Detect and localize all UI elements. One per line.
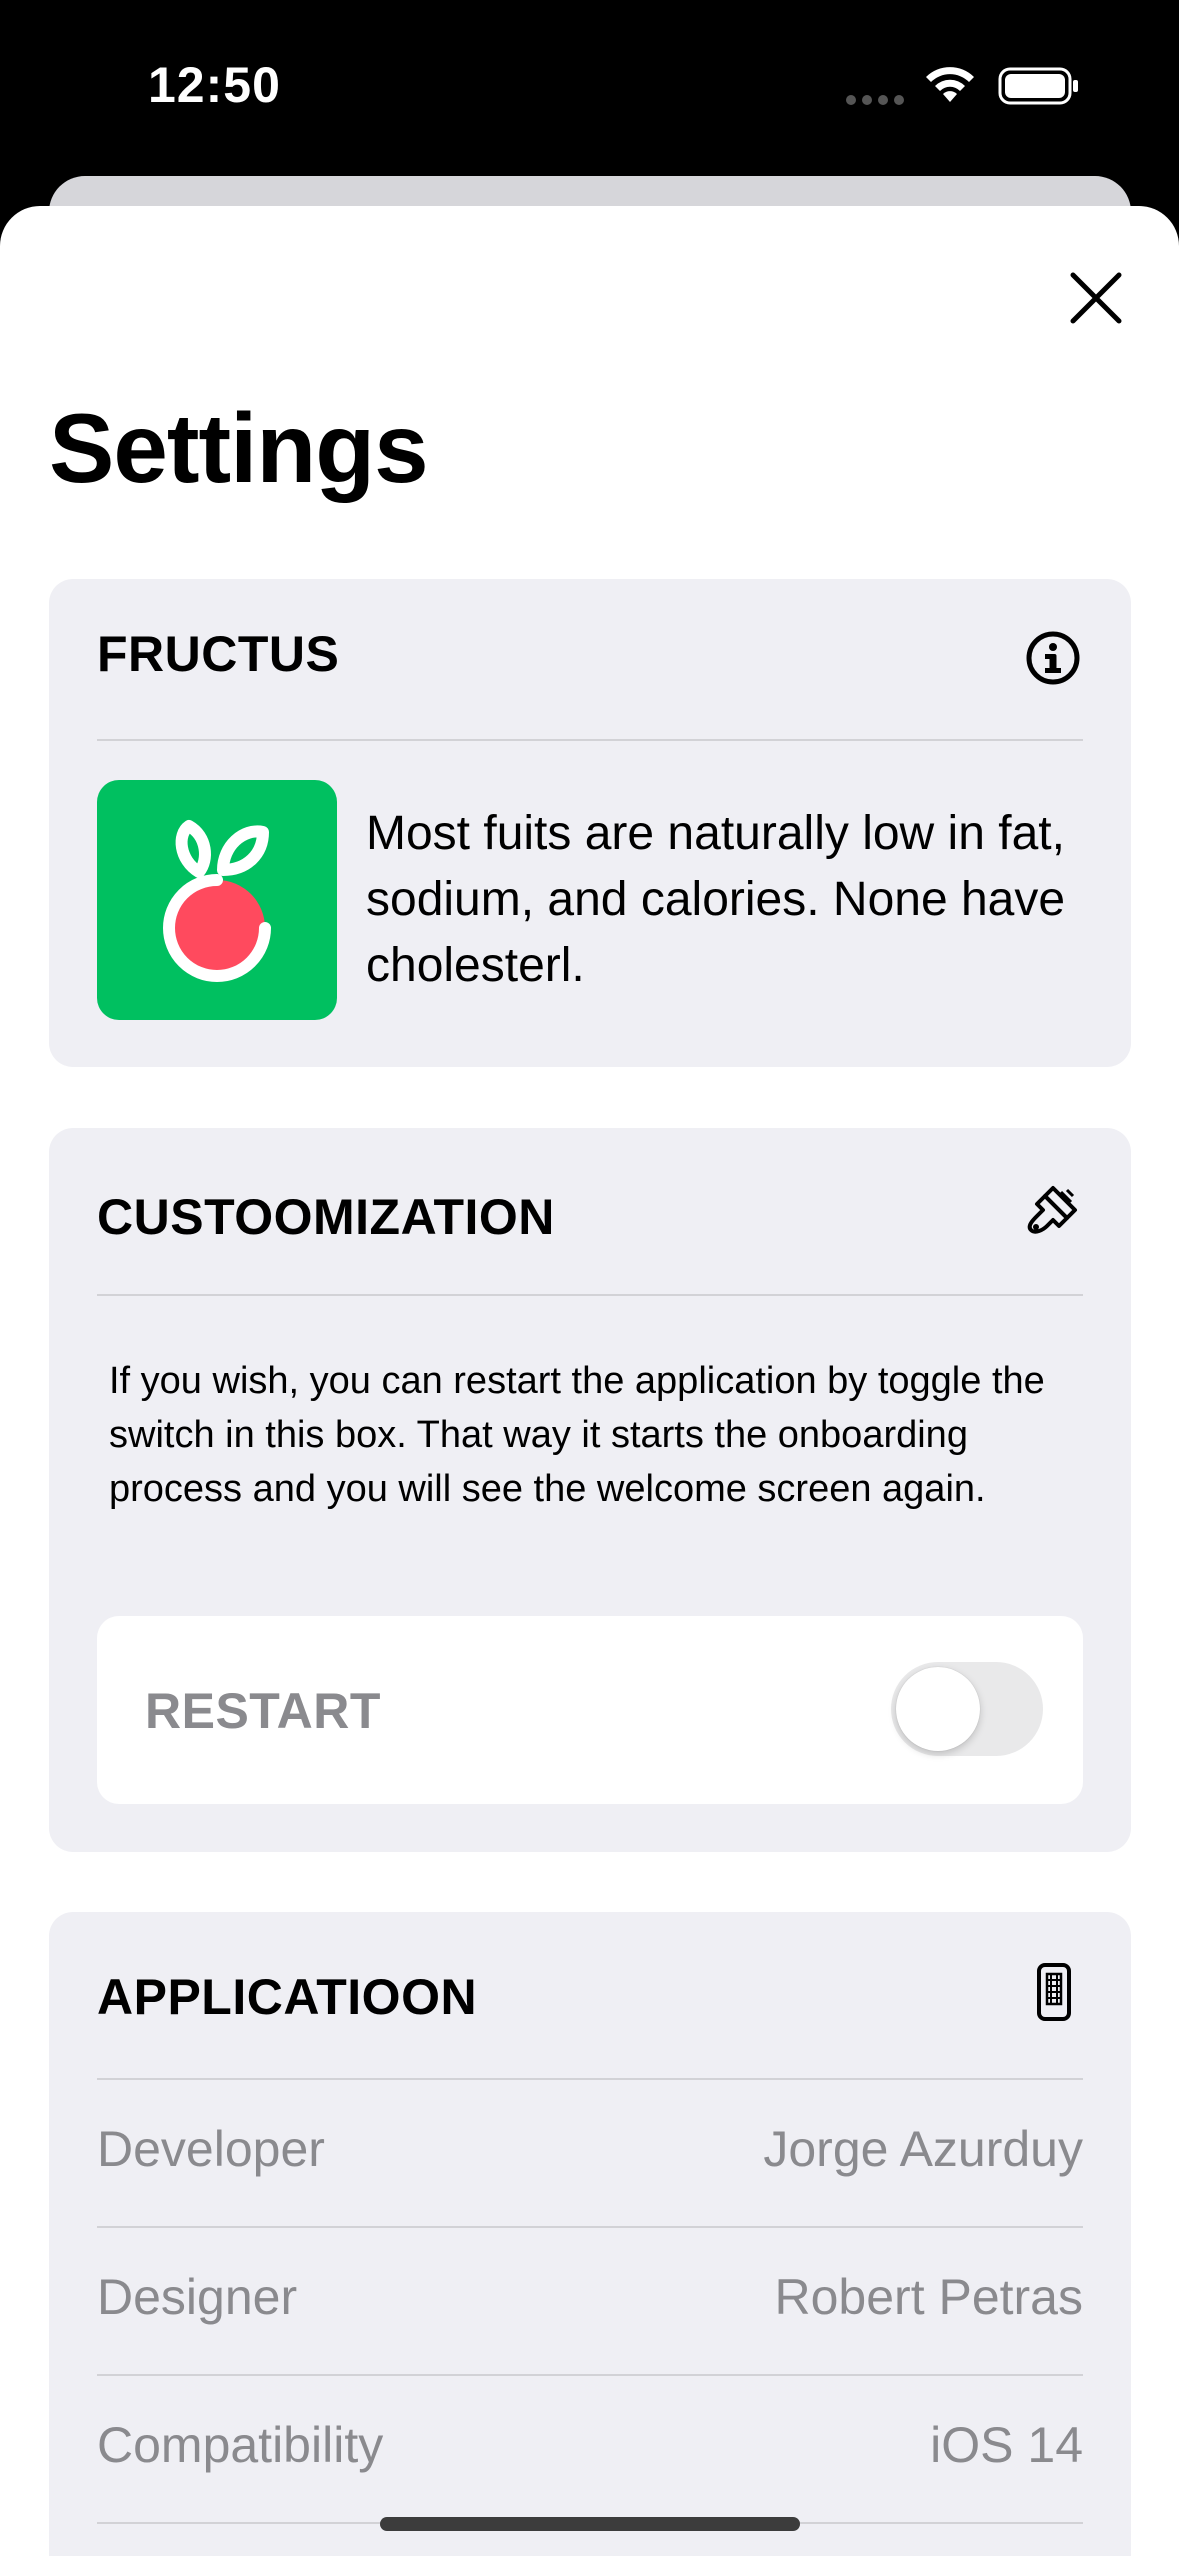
restart-label: RESTART bbox=[145, 1683, 381, 1739]
close-icon bbox=[1070, 272, 1122, 324]
battery-icon bbox=[998, 67, 1078, 105]
info-value: Robert Petras bbox=[774, 2269, 1083, 2325]
fructus-header: FRUCTUS bbox=[97, 579, 1083, 741]
restart-toggle[interactable] bbox=[891, 1662, 1043, 1756]
paintbrush-icon bbox=[1027, 1186, 1077, 1234]
application-group: APPLICATIOON Developer Jorge Azurduy Des… bbox=[49, 1912, 1131, 2556]
info-key: Compatibility bbox=[97, 2417, 384, 2473]
customization-description: If you wish, you can restart the applica… bbox=[109, 1360, 1045, 1510]
fructus-group: FRUCTUS Most fuits are naturally low in … bbox=[49, 579, 1131, 1067]
info-key: Designer bbox=[97, 2269, 298, 2325]
fructus-description: Most fuits are naturally low in fat, sod… bbox=[366, 807, 1066, 992]
customization-group: CUSTOOMIZATION If you wish, you can rest… bbox=[49, 1128, 1131, 1852]
application-header: APPLICATIOON bbox=[97, 1912, 1083, 2080]
customization-title: CUSTOOMIZATION bbox=[97, 1189, 555, 1245]
customization-header: CUSTOOMIZATION bbox=[97, 1128, 1083, 1296]
fructus-logo-icon bbox=[163, 820, 271, 982]
info-value: Jorge Azurduy bbox=[763, 2121, 1083, 2177]
settings-sheet: Settings FRUCTUS Most fuits are naturall… bbox=[0, 206, 1179, 2556]
close-button[interactable] bbox=[1060, 262, 1132, 334]
home-indicator[interactable] bbox=[380, 2517, 800, 2531]
page-title: Settings bbox=[49, 393, 429, 503]
wifi-icon bbox=[926, 67, 974, 102]
toggle-knob bbox=[896, 1667, 980, 1751]
info-row-compatibility: Compatibility iOS 14 bbox=[97, 2376, 1083, 2524]
info-row-developer: Developer Jorge Azurduy bbox=[97, 2080, 1083, 2228]
info-circle-icon[interactable] bbox=[1023, 628, 1083, 688]
restart-card: RESTART bbox=[97, 1616, 1083, 1804]
fructus-logo bbox=[97, 780, 337, 1020]
status-time: 12:50 bbox=[148, 57, 281, 113]
info-row-designer: Designer Robert Petras bbox=[97, 2228, 1083, 2376]
fructus-title: FRUCTUS bbox=[97, 626, 340, 682]
iphone-icon bbox=[1037, 1963, 1071, 2021]
application-title: APPLICATIOON bbox=[97, 1969, 478, 2025]
info-value: iOS 14 bbox=[930, 2417, 1083, 2473]
info-key: Developer bbox=[97, 2121, 325, 2177]
status-bar: 12:50 bbox=[0, 0, 1179, 175]
cellular-dots-icon bbox=[846, 95, 904, 105]
